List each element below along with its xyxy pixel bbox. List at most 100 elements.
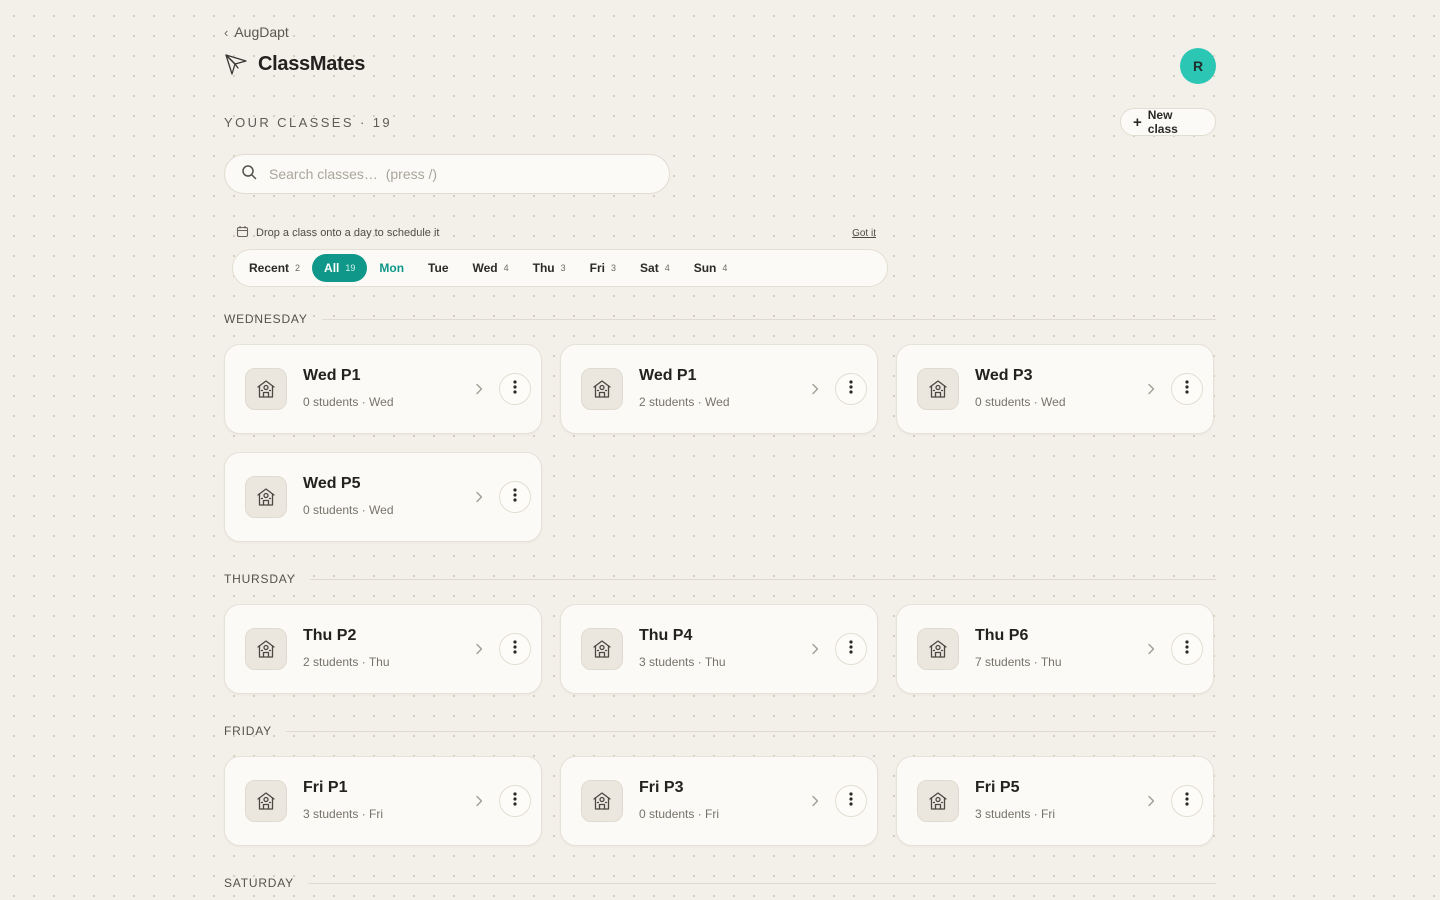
class-name: Fri P3 xyxy=(639,779,684,796)
class-card[interactable]: Fri P1 3 students · Fri xyxy=(224,756,542,846)
group-divider xyxy=(285,730,1216,732)
more-options-button[interactable] xyxy=(835,633,867,665)
class-card[interactable]: Fri P3 0 students · Fri xyxy=(560,756,878,846)
day-filter-count: 4 xyxy=(722,263,728,273)
search-box[interactable] xyxy=(224,154,670,194)
classroom-icon xyxy=(245,628,287,670)
more-vertical-icon xyxy=(513,379,517,399)
classroom-icon xyxy=(581,368,623,410)
more-options-button[interactable] xyxy=(835,373,867,405)
class-card[interactable]: Wed P1 2 students · Wed xyxy=(560,344,878,434)
new-class-label: New class xyxy=(1147,108,1178,136)
class-name: Thu P4 xyxy=(639,627,693,644)
more-options-button[interactable] xyxy=(499,373,531,405)
more-options-button[interactable] xyxy=(499,785,531,817)
plus-icon: + xyxy=(1133,113,1142,131)
day-filter-tue[interactable]: Tue xyxy=(416,254,460,282)
back-link[interactable]: ‹ AugDapt xyxy=(224,24,289,40)
paper-plane-logo-icon xyxy=(224,52,248,76)
classroom-icon xyxy=(917,368,959,410)
classroom-icon xyxy=(917,628,959,670)
day-filter-label: Fri xyxy=(589,261,605,275)
class-name: Wed P1 xyxy=(303,367,361,384)
day-filter-label: Sat xyxy=(640,261,659,275)
day-filter-wed[interactable]: Wed 4 xyxy=(461,254,521,282)
more-options-button[interactable] xyxy=(1171,633,1203,665)
day-filter-label: Sun xyxy=(693,261,717,275)
chevron-right-icon xyxy=(807,793,823,809)
chevron-right-icon xyxy=(471,489,487,505)
class-name: Thu P2 xyxy=(303,627,357,644)
classroom-icon xyxy=(245,368,287,410)
classroom-icon xyxy=(581,780,623,822)
more-options-button[interactable] xyxy=(499,633,531,665)
day-filter-mon[interactable]: Mon xyxy=(367,254,416,282)
day-filter-sun[interactable]: Sun 4 xyxy=(682,254,740,282)
day-filter-recent[interactable]: Recent 2 xyxy=(237,254,312,282)
class-card[interactable]: Fri P5 3 students · Fri xyxy=(896,756,1214,846)
day-filter-count: 19 xyxy=(345,263,356,273)
classroom-icon xyxy=(245,476,287,518)
day-filter-fri[interactable]: Fri 3 xyxy=(578,254,628,282)
more-vertical-icon xyxy=(1185,791,1189,811)
class-card[interactable]: Thu P2 2 students · Thu xyxy=(224,604,542,694)
class-meta: 0 students · Fri xyxy=(639,807,720,821)
chevron-left-icon: ‹ xyxy=(224,24,229,40)
chevron-right-icon xyxy=(471,641,487,657)
more-vertical-icon xyxy=(849,379,853,399)
group-heading-saturday: SATURDAY xyxy=(224,876,1216,890)
day-filter-sat[interactable]: Sat 4 xyxy=(628,254,682,282)
class-meta: 0 students · Wed xyxy=(303,395,394,409)
new-class-button[interactable]: + New class xyxy=(1120,108,1216,136)
class-card[interactable]: Wed P5 0 students · Wed xyxy=(224,452,542,542)
chevron-right-icon xyxy=(1143,641,1159,657)
day-filter-label: Recent xyxy=(249,261,290,275)
group-divider xyxy=(309,578,1216,580)
more-vertical-icon xyxy=(849,791,853,811)
group-heading-friday: FRIDAY xyxy=(224,724,1216,738)
back-link-label: AugDapt xyxy=(234,24,289,40)
day-filter-all[interactable]: All 19 xyxy=(312,254,368,282)
more-vertical-icon xyxy=(1185,379,1189,399)
class-card[interactable]: Thu P4 3 students · Thu xyxy=(560,604,878,694)
day-filter-label: Mon xyxy=(379,261,405,275)
classes-count: 19 xyxy=(372,115,392,130)
search-input[interactable] xyxy=(267,165,651,183)
more-options-button[interactable] xyxy=(499,481,531,513)
class-card[interactable]: Wed P1 0 students · Wed xyxy=(224,344,542,434)
classes-section-title: YOUR CLASSES · 19 xyxy=(224,115,392,130)
classroom-icon xyxy=(245,780,287,822)
group-heading-thursday: THURSDAY xyxy=(224,572,1216,586)
day-filter-bar: Recent 2 All 19 Mon Tue Wed 4 Thu 3 Fri 3 Sat 4 Sun 4 xyxy=(232,249,888,287)
user-avatar[interactable]: R xyxy=(1180,48,1216,84)
app-title: ClassMates xyxy=(258,52,366,75)
classroom-icon xyxy=(581,628,623,670)
more-vertical-icon xyxy=(513,639,517,659)
more-vertical-icon xyxy=(1185,639,1189,659)
day-filter-label: Thu xyxy=(532,261,555,275)
day-filter-thu[interactable]: Thu 3 xyxy=(521,254,578,282)
chevron-right-icon xyxy=(1143,793,1159,809)
day-filter-count: 3 xyxy=(560,263,566,273)
dismiss-hint-link[interactable]: Got it xyxy=(852,228,876,239)
group-heading-label: THURSDAY xyxy=(224,572,296,586)
class-name: Wed P1 xyxy=(639,367,697,384)
class-name: Wed P3 xyxy=(975,367,1033,384)
day-filter-count: 2 xyxy=(295,263,301,273)
class-name: Thu P6 xyxy=(975,627,1029,644)
class-meta: 0 students · Wed xyxy=(975,395,1066,409)
class-card[interactable]: Wed P3 0 students · Wed xyxy=(896,344,1214,434)
group-heading-label: FRIDAY xyxy=(224,724,272,738)
brand: ClassMates xyxy=(224,52,365,76)
more-options-button[interactable] xyxy=(835,785,867,817)
more-options-button[interactable] xyxy=(1171,785,1203,817)
class-meta: 3 students · Fri xyxy=(975,807,1056,821)
day-filter-label: Wed xyxy=(472,261,498,275)
more-options-button[interactable] xyxy=(1171,373,1203,405)
class-meta: 2 students · Wed xyxy=(639,395,730,409)
classroom-icon xyxy=(917,780,959,822)
section-title-separator: · xyxy=(359,115,367,130)
more-vertical-icon xyxy=(849,639,853,659)
class-meta: 2 students · Thu xyxy=(303,655,390,669)
class-card[interactable]: Thu P6 7 students · Thu xyxy=(896,604,1214,694)
